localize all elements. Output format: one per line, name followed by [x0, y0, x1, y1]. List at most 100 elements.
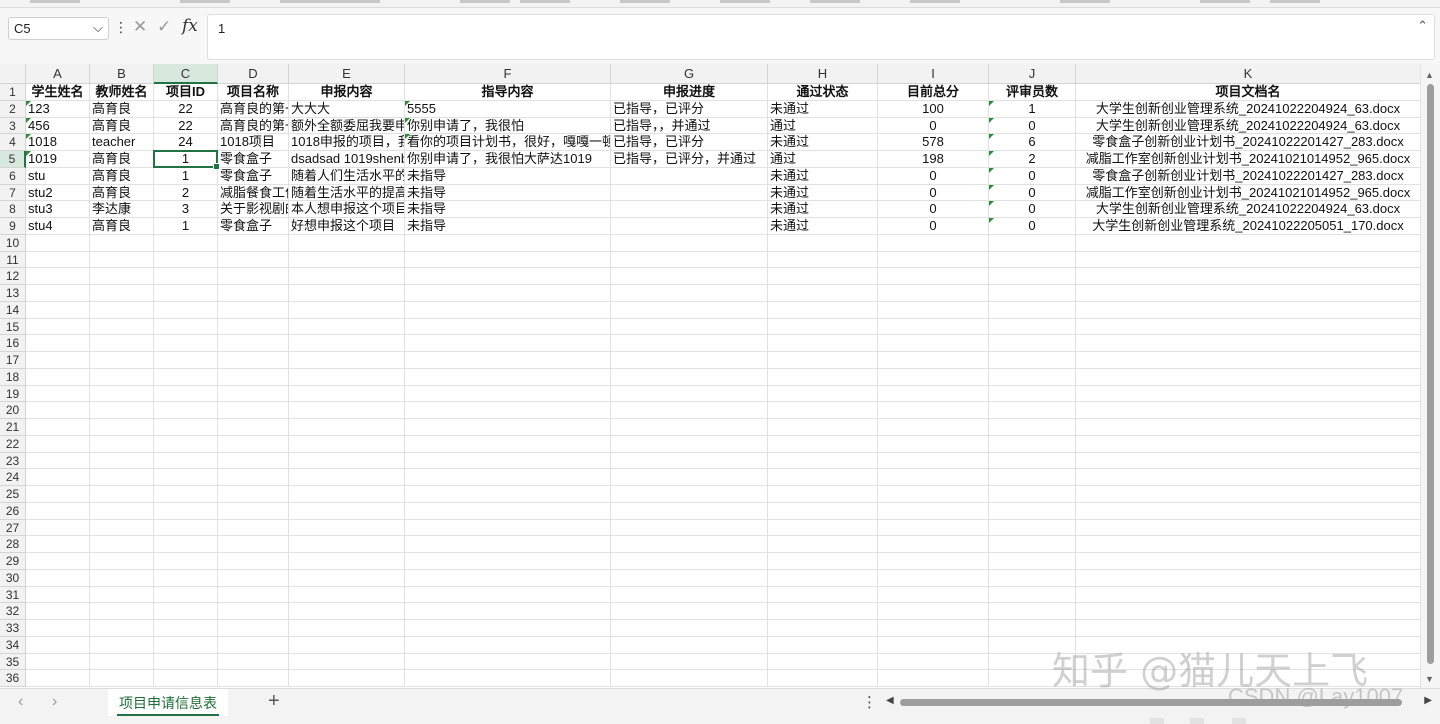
- data-cell[interactable]: 0: [878, 168, 988, 185]
- data-cell[interactable]: 减脂工作室创新创业计划书_20241021014952_965.docx: [1076, 185, 1420, 202]
- column-header[interactable]: C: [154, 64, 218, 84]
- data-cell[interactable]: 456: [26, 118, 89, 135]
- data-cell[interactable]: 大学生创新创业管理系统_20241022204924_63.docx: [1076, 201, 1420, 218]
- column-header[interactable]: E: [289, 64, 405, 84]
- data-cell[interactable]: 1: [154, 151, 217, 168]
- row-header[interactable]: 1: [0, 84, 26, 101]
- data-cell[interactable]: 未指导: [405, 201, 610, 218]
- data-cell[interactable]: 零食盒子: [218, 168, 288, 185]
- row-header[interactable]: 35: [0, 653, 26, 671]
- row-header[interactable]: 11: [0, 251, 26, 269]
- data-cell[interactable]: 已指导，已评分，并通过: [611, 151, 767, 168]
- row-header[interactable]: 33: [0, 620, 26, 637]
- data-cell[interactable]: 高育良: [90, 101, 153, 118]
- more-options-icon[interactable]: ⋮: [114, 19, 128, 36]
- data-cell[interactable]: 高育良: [90, 185, 153, 202]
- data-cell[interactable]: 1: [154, 168, 217, 185]
- next-sheet-icon[interactable]: ›: [52, 693, 57, 711]
- header-cell[interactable]: 教师姓名: [90, 84, 153, 101]
- column-header[interactable]: K: [1076, 64, 1420, 84]
- data-cell[interactable]: dsadsad 1019shenbao: [289, 151, 404, 168]
- row-header[interactable]: 30: [0, 569, 26, 587]
- data-cell[interactable]: 高育良: [90, 118, 153, 135]
- row-header[interactable]: 16: [0, 335, 26, 352]
- name-box[interactable]: C5 ⌵: [8, 17, 109, 40]
- data-cell[interactable]: 减脂餐食工作室: [218, 185, 288, 202]
- data-cell[interactable]: 1: [154, 218, 217, 235]
- data-cell[interactable]: 0: [878, 218, 988, 235]
- vertical-scrollbar[interactable]: ▲ ▼: [1420, 64, 1440, 688]
- row-header[interactable]: 10: [0, 234, 26, 252]
- data-cell[interactable]: 0: [989, 201, 1075, 218]
- data-cell[interactable]: 0: [989, 118, 1075, 135]
- data-cell[interactable]: 大学生创新创业管理系统_20241022204924_63.docx: [1076, 101, 1420, 118]
- formula-input[interactable]: 1 ⌃: [207, 14, 1435, 60]
- cancel-icon[interactable]: ✕: [133, 17, 147, 37]
- chevron-down-icon[interactable]: ⌵: [93, 20, 103, 36]
- header-cell[interactable]: 申报进度: [611, 84, 767, 101]
- data-cell[interactable]: [611, 168, 767, 185]
- data-cell[interactable]: 1018申报的项目，我要申报: [289, 134, 404, 151]
- data-cell[interactable]: 未通过: [768, 201, 877, 218]
- view-mode-icon[interactable]: [1190, 718, 1204, 724]
- spreadsheet-grid[interactable]: ABCDEFGHIJK 1 2 3 4 5 6 7 8 9 10 11 12 13 14 15 16 17 18 1…: [0, 64, 1420, 688]
- data-cell[interactable]: 随着人们生活水平的提高: [289, 168, 404, 185]
- data-cell[interactable]: 未通过: [768, 185, 877, 202]
- row-header[interactable]: 32: [0, 603, 26, 620]
- data-cell[interactable]: 随着生活水平的提高: [289, 185, 404, 202]
- data-cell[interactable]: 1: [989, 101, 1075, 118]
- vertical-scroll-thumb[interactable]: [1427, 84, 1434, 664]
- data-cell[interactable]: 0: [989, 218, 1075, 235]
- row-header[interactable]: 19: [0, 385, 26, 403]
- row-header[interactable]: 17: [0, 352, 26, 369]
- row-header[interactable]: 22: [0, 435, 26, 453]
- data-cell[interactable]: 零食盒子创新创业计划书_20241022201427_283.docx: [1076, 168, 1420, 185]
- data-cell[interactable]: stu3: [26, 201, 89, 218]
- data-cell[interactable]: 2: [154, 185, 217, 202]
- fx-icon[interactable]: fx: [182, 16, 198, 36]
- data-cell[interactable]: 0: [878, 201, 988, 218]
- row-header[interactable]: 8: [0, 201, 26, 218]
- data-cell[interactable]: 123: [26, 101, 89, 118]
- data-cell[interactable]: 未通过: [768, 168, 877, 185]
- add-sheet-icon[interactable]: +: [268, 690, 280, 713]
- data-cell[interactable]: 零食盒子: [218, 151, 288, 168]
- data-cell[interactable]: 未通过: [768, 218, 877, 235]
- data-cell[interactable]: 已指导，已评分: [611, 134, 767, 151]
- header-cell[interactable]: 项目ID: [154, 84, 217, 101]
- confirm-icon[interactable]: ✓: [157, 17, 171, 37]
- data-cell[interactable]: 未指导: [405, 168, 610, 185]
- data-cell[interactable]: 1018: [26, 134, 89, 151]
- row-header[interactable]: 3: [0, 117, 26, 135]
- data-cell[interactable]: 0: [989, 185, 1075, 202]
- data-cell[interactable]: 通过: [768, 151, 877, 168]
- data-cell[interactable]: 高育良的第一个项目: [218, 118, 288, 135]
- row-header[interactable]: 25: [0, 486, 26, 503]
- data-cell[interactable]: 看你的项目计划书，很好，嘎嘎一顿: [405, 134, 610, 151]
- data-cell[interactable]: 你别申请了，我很怕: [405, 118, 610, 135]
- data-cell[interactable]: 2: [989, 151, 1075, 168]
- data-cell[interactable]: 高育良: [90, 151, 153, 168]
- header-cell[interactable]: 申报内容: [289, 84, 404, 101]
- view-mode-icon[interactable]: [1232, 718, 1246, 724]
- data-cell[interactable]: 1019: [26, 151, 89, 168]
- row-header[interactable]: 26: [0, 502, 26, 520]
- scroll-down-icon[interactable]: ▼: [1425, 674, 1434, 684]
- view-mode-icon[interactable]: [1150, 718, 1164, 724]
- data-cell[interactable]: 大大大: [289, 101, 404, 118]
- select-all-corner[interactable]: [0, 64, 26, 84]
- data-cell[interactable]: 未指导: [405, 185, 610, 202]
- row-header[interactable]: 34: [0, 636, 26, 654]
- more-options-icon[interactable]: ⋮: [862, 693, 877, 711]
- data-cell[interactable]: 本人想申报这个项目: [289, 201, 404, 218]
- collapse-formula-icon[interactable]: ⌃: [1417, 18, 1428, 34]
- row-header[interactable]: 12: [0, 268, 26, 285]
- data-cell[interactable]: 1018项目: [218, 134, 288, 151]
- row-header[interactable]: 9: [0, 218, 26, 235]
- data-cell[interactable]: 好想申报这个项目: [289, 218, 404, 235]
- data-cell[interactable]: teacher: [90, 134, 153, 151]
- data-cell[interactable]: 22: [154, 118, 217, 135]
- data-cell[interactable]: 你别申请了，我很怕大萨达1019: [405, 151, 610, 168]
- row-header[interactable]: 24: [0, 469, 26, 486]
- data-cell[interactable]: [611, 218, 767, 235]
